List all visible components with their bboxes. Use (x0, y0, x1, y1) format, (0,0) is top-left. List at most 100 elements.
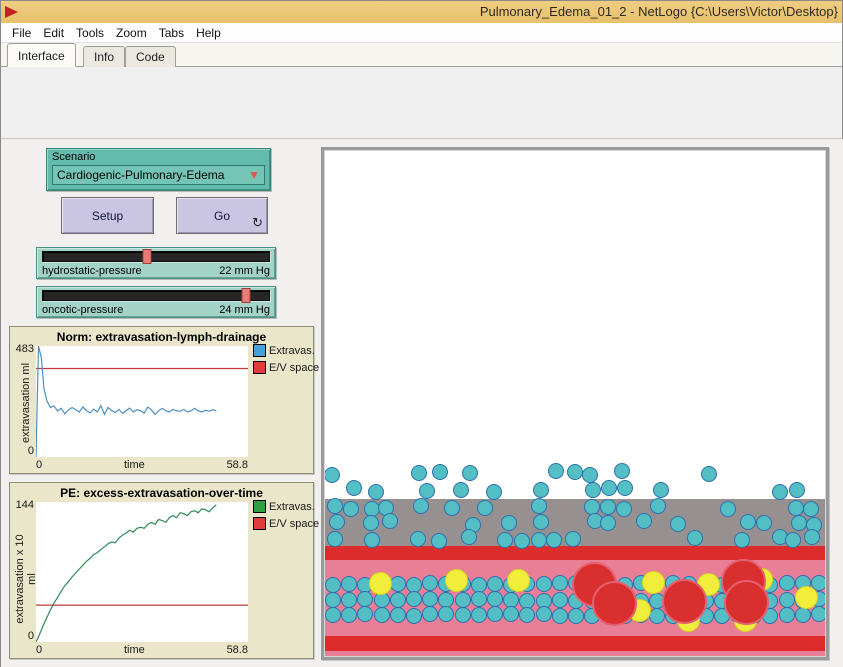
water-molecule (614, 463, 630, 479)
water-molecule (636, 513, 652, 529)
water-molecule (701, 466, 717, 482)
capillary-wall-bottom (325, 636, 825, 651)
water-molecule (486, 484, 502, 500)
legend-swatch (253, 517, 266, 530)
water-molecule (390, 592, 406, 608)
tab-info[interactable]: Info (83, 46, 125, 67)
chooser-label: Scenario (52, 151, 265, 163)
y-axis-max: 144 (10, 499, 34, 511)
legend-swatch (253, 361, 266, 374)
series-extravas- (36, 346, 216, 457)
water-molecule (455, 592, 471, 608)
water-molecule (519, 607, 535, 623)
tab-interface[interactable]: Interface (7, 43, 76, 67)
menu-item-help[interactable]: Help (190, 24, 227, 42)
plot-lines (36, 502, 248, 642)
water-molecule (548, 463, 564, 479)
water-molecule (419, 483, 435, 499)
legend-swatch (253, 500, 266, 513)
slider-name: oncotic-pressure (42, 304, 123, 316)
water-molecule (779, 592, 795, 608)
menu-bar: FileEditToolsZoomTabsHelp (1, 23, 842, 43)
air-space (325, 151, 825, 499)
water-molecule (346, 480, 362, 496)
red-blood-cell (724, 580, 769, 625)
interface-canvas: Scenario Cardiogenic-Pulmonary-Edema ▼ S… (1, 139, 843, 667)
chooser-value: Cardiogenic-Pulmonary-Edema (57, 168, 248, 182)
plasma-edge (325, 651, 825, 656)
slider-value: 22 mm Hg (219, 265, 270, 277)
water-molecule (363, 515, 379, 531)
water-molecule (329, 514, 345, 530)
slider-handle[interactable] (242, 288, 251, 303)
y-axis-label: extravasation x 10 ml (14, 529, 38, 629)
albumin-molecule (795, 586, 818, 609)
menu-item-tabs[interactable]: Tabs (153, 24, 190, 42)
x-axis-min: 0 (36, 644, 42, 656)
water-molecule (390, 576, 406, 592)
y-axis-label: extravasation ml (20, 353, 32, 453)
water-molecule (779, 607, 795, 623)
water-molecule (785, 532, 801, 548)
water-molecule (438, 606, 454, 622)
legend-swatch (253, 344, 266, 357)
water-molecule (341, 592, 357, 608)
water-molecule (779, 575, 795, 591)
plot-legend: Extravas. E/V space (253, 344, 319, 378)
water-molecule (546, 532, 562, 548)
y-axis-min: 0 (12, 630, 34, 642)
menu-item-file[interactable]: File (6, 24, 37, 42)
forever-icon: ↻ (252, 215, 263, 231)
albumin-molecule (369, 572, 392, 595)
scenario-chooser[interactable]: Scenario Cardiogenic-Pulmonary-Edema ▼ (46, 148, 271, 191)
water-molecule (453, 482, 469, 498)
water-molecule (734, 532, 750, 548)
water-molecule (368, 484, 384, 500)
plot-excess-extravasation: PE: excess-extravasation-over-time 144 e… (9, 482, 314, 659)
albumin-molecule (507, 569, 530, 592)
x-axis-label: time (124, 644, 145, 656)
menu-item-zoom[interactable]: Zoom (110, 24, 153, 42)
water-molecule (461, 529, 477, 545)
x-axis-label: time (124, 459, 145, 471)
water-molecule (536, 576, 552, 592)
oncotic-pressure-slider[interactable]: oncotic-pressure 24 mm Hg (36, 286, 276, 318)
tab-code[interactable]: Code (125, 46, 176, 67)
albumin-molecule (642, 571, 665, 594)
chooser-select[interactable]: Cardiogenic-Pulmonary-Edema ▼ (52, 165, 265, 185)
netlogo-app-icon (5, 6, 18, 18)
plot-legend: Extravas. E/V space (253, 500, 319, 534)
window-title: Pulmonary_Edema_01_2 - NetLogo {C:\Users… (480, 4, 838, 19)
water-molecule (740, 514, 756, 530)
albumin-molecule (445, 569, 468, 592)
water-molecule (455, 607, 471, 623)
water-molecule (327, 498, 343, 514)
chooser-arrow-icon: ▼ (248, 168, 260, 182)
hydrostatic-pressure-slider[interactable]: hydrostatic-pressure 22 mm Hg (36, 247, 276, 279)
tab-bar: Interface Info Code (1, 43, 842, 67)
netlogo-window: Pulmonary_Edema_01_2 - NetLogo {C:\Users… (0, 0, 843, 667)
legend-item: E/V space (253, 361, 319, 374)
water-molecule (471, 607, 487, 623)
water-molecule (432, 464, 448, 480)
x-axis-min: 0 (36, 459, 42, 471)
go-button[interactable]: Go ↻ (176, 197, 268, 234)
title-bar: Pulmonary_Edema_01_2 - NetLogo {C:\Users… (1, 1, 842, 23)
water-molecule (462, 465, 478, 481)
slider-handle[interactable] (142, 249, 151, 264)
water-molecule (788, 500, 804, 516)
water-molecule (536, 606, 552, 622)
water-molecule (325, 592, 341, 608)
menu-item-tools[interactable]: Tools (70, 24, 110, 42)
water-molecule (687, 530, 703, 546)
water-molecule (503, 606, 519, 622)
water-molecule (444, 500, 460, 516)
menu-item-edit[interactable]: Edit (37, 24, 70, 42)
water-molecule (585, 482, 601, 498)
water-molecule (374, 607, 390, 623)
setup-button[interactable]: Setup (61, 197, 154, 234)
water-molecule (811, 606, 825, 622)
simulation-view (325, 151, 825, 656)
y-axis-min: 0 (12, 445, 34, 457)
legend-item: E/V space (253, 517, 319, 530)
